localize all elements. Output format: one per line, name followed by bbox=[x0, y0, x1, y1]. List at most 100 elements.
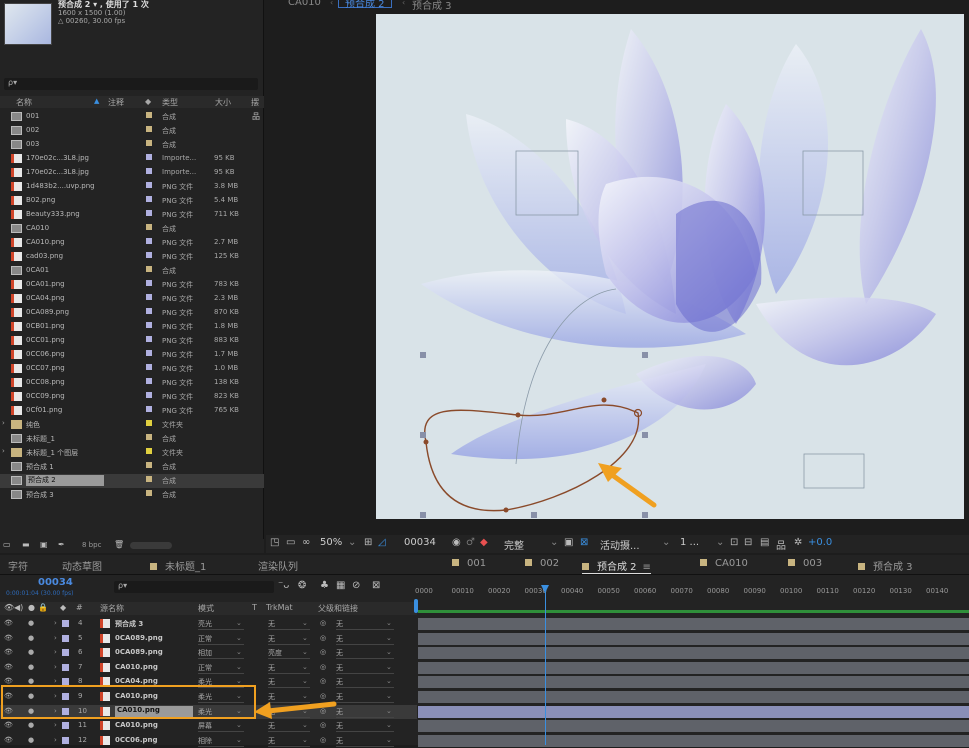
label-color-swatch[interactable] bbox=[146, 140, 152, 146]
label-color-swatch[interactable] bbox=[146, 168, 152, 174]
camera-dropdown[interactable]: 活动摄... bbox=[600, 537, 640, 552]
project-item[interactable]: 0CA01 合成 bbox=[0, 264, 264, 278]
project-item[interactable]: 0CA04.png PNG 文件 2.3 MB bbox=[0, 292, 264, 306]
transparency-grid-icon[interactable]: ⊠ bbox=[580, 537, 588, 548]
chevron-right-icon[interactable]: › bbox=[54, 634, 57, 642]
layer-duration-bar[interactable] bbox=[418, 691, 969, 703]
bpc-button[interactable]: 8 bpc bbox=[82, 541, 101, 549]
color-channel-icon[interactable]: ◆ bbox=[480, 537, 488, 548]
layer-row[interactable]: 👁 ● › 12 0CC06.png 相除 ⌄ 无 ⌄ ◎ 无 ⌄ bbox=[0, 734, 417, 748]
pick-whip-icon[interactable]: ◎ bbox=[320, 648, 326, 656]
project-item[interactable]: Beauty333.png PNG 文件 711 KB bbox=[0, 208, 264, 222]
project-item[interactable]: 预合成 3 合成 bbox=[0, 488, 264, 502]
column-size[interactable]: 大小 bbox=[215, 97, 231, 108]
thumbnail-slider[interactable] bbox=[130, 542, 172, 549]
chevron-right-icon[interactable]: › bbox=[54, 648, 57, 656]
pick-whip-icon[interactable]: ◎ bbox=[320, 677, 326, 685]
layer-duration-bar[interactable] bbox=[418, 676, 969, 689]
new-folder-icon[interactable]: ▬ bbox=[22, 540, 30, 549]
project-item[interactable]: 170e02c...3L8.jpg Importe... 95 KB bbox=[0, 166, 264, 180]
solo-icon[interactable]: ● bbox=[28, 619, 34, 627]
timeline-tab[interactable]: 001 bbox=[452, 558, 486, 569]
label-color-swatch[interactable] bbox=[146, 196, 152, 202]
layer-duration-bar[interactable] bbox=[418, 618, 969, 630]
label-color-swatch[interactable] bbox=[146, 224, 152, 230]
project-item[interactable]: 0Cf01.png PNG 文件 765 KB bbox=[0, 404, 264, 418]
flowchart-icon[interactable]: 品 bbox=[776, 537, 786, 552]
label-color-swatch[interactable] bbox=[62, 736, 69, 744]
column-parent[interactable]: 父级和链接 bbox=[318, 603, 358, 614]
label-color-swatch[interactable] bbox=[146, 448, 152, 454]
layer-row[interactable]: 👁 ● › 6 0CA089.png 相加 ⌄ 亮度 ⌄ ◎ 无 ⌄ bbox=[0, 646, 417, 660]
exposure-value[interactable]: +0.0 bbox=[808, 537, 832, 548]
label-color-swatch[interactable] bbox=[146, 266, 152, 272]
timeline-tab[interactable]: 003 bbox=[788, 558, 822, 569]
label-color-swatch[interactable] bbox=[146, 308, 152, 314]
layer-row[interactable]: 👁 ● › 7 CA010.png 正常 ⌄ 无 ⌄ ◎ 无 ⌄ bbox=[0, 661, 417, 675]
layout-icon[interactable]: ⊡ bbox=[730, 537, 738, 548]
timeline-tab[interactable]: 动态草图 bbox=[62, 558, 102, 573]
label-color-swatch[interactable] bbox=[146, 490, 152, 496]
project-item[interactable]: 0CC01.png PNG 文件 883 KB bbox=[0, 334, 264, 348]
graph-editor-icon[interactable]: ⊠ bbox=[372, 580, 380, 591]
label-color-swatch[interactable] bbox=[146, 252, 152, 258]
timeline-tab[interactable]: CA010 bbox=[700, 558, 748, 569]
layer-duration-bar[interactable] bbox=[418, 705, 969, 718]
label-color-swatch[interactable] bbox=[146, 182, 152, 188]
label-color-swatch[interactable] bbox=[146, 462, 152, 468]
column-frame[interactable]: 摆 bbox=[251, 97, 259, 108]
layer-row[interactable]: 👁 ● › 4 预合成 3 亮光 ⌄ 无 ⌄ ◎ 无 ⌄ bbox=[0, 617, 417, 631]
timeline-tab[interactable]: 字符 bbox=[8, 558, 28, 573]
pick-whip-icon[interactable]: ◎ bbox=[320, 736, 326, 744]
label-color-swatch[interactable] bbox=[62, 722, 69, 730]
solo-icon[interactable]: ● bbox=[28, 648, 34, 656]
solo-icon[interactable]: ● bbox=[28, 736, 34, 744]
solo-icon[interactable]: ● bbox=[28, 663, 34, 671]
comp-flow-icon[interactable]: ⁻ᴗ bbox=[278, 580, 289, 591]
project-item[interactable]: 0CA089.png PNG 文件 870 KB bbox=[0, 306, 264, 320]
label-color-swatch[interactable] bbox=[146, 406, 152, 412]
project-item[interactable]: › 未标题_1 个图层 文件夹 bbox=[0, 446, 264, 460]
layer-row[interactable]: 👁 ● › 5 0CA089.png 正常 ⌄ 无 ⌄ ◎ 无 ⌄ bbox=[0, 632, 417, 646]
draft-3d-icon[interactable]: ❂ bbox=[298, 580, 306, 591]
preview-icon[interactable]: ◳ bbox=[270, 537, 279, 548]
project-item[interactable]: cad03.png PNG 文件 125 KB bbox=[0, 250, 264, 264]
tab-menu-icon[interactable]: ≡ bbox=[643, 562, 651, 573]
interpret-footage-icon[interactable]: ▭ bbox=[3, 540, 11, 549]
label-color-swatch[interactable] bbox=[146, 336, 152, 342]
column-comment[interactable]: 注释 bbox=[108, 97, 124, 108]
render-icon[interactable]: ⊟ bbox=[744, 537, 752, 548]
channel-icon[interactable]: ▤ bbox=[760, 537, 769, 548]
shy-icon[interactable]: ♣ bbox=[320, 580, 329, 591]
project-item[interactable]: 0CA01.png PNG 文件 783 KB bbox=[0, 278, 264, 292]
layer-duration-bar[interactable] bbox=[418, 632, 969, 645]
project-item[interactable]: 1d483b2....uvp.png PNG 文件 3.8 MB bbox=[0, 180, 264, 194]
label-color-swatch[interactable] bbox=[146, 126, 152, 132]
project-item[interactable]: 预合成 2 合成 bbox=[0, 474, 264, 488]
chevron-right-icon[interactable]: › bbox=[54, 721, 57, 729]
grid-icon[interactable]: ⊞ bbox=[364, 537, 372, 548]
layer-duration-bar[interactable] bbox=[418, 661, 969, 674]
layer-duration-bar[interactable] bbox=[418, 647, 969, 660]
timeline-tab[interactable]: 预合成 3 bbox=[858, 558, 913, 573]
project-item[interactable]: CA010 合成 bbox=[0, 222, 264, 236]
label-color-swatch[interactable] bbox=[62, 663, 69, 671]
solo-icon[interactable]: ● bbox=[28, 634, 34, 642]
project-item[interactable]: CA010.png PNG 文件 2.7 MB bbox=[0, 236, 264, 250]
work-area-start[interactable] bbox=[414, 599, 418, 613]
label-color-swatch[interactable] bbox=[146, 322, 152, 328]
label-color-swatch[interactable] bbox=[146, 210, 152, 216]
chevron-right-icon[interactable]: › bbox=[2, 419, 5, 427]
label-color-swatch[interactable] bbox=[146, 392, 152, 398]
project-item[interactable]: › 纯色 文件夹 bbox=[0, 418, 264, 432]
pick-whip-icon[interactable]: ◎ bbox=[320, 634, 326, 642]
timeline-tab[interactable]: 预合成 2 ≡ bbox=[582, 558, 651, 574]
visibility-icon[interactable]: 👁 bbox=[4, 736, 13, 744]
visibility-icon[interactable]: 👁 bbox=[4, 603, 14, 612]
timeline-search-input[interactable]: ρ▾ bbox=[114, 581, 274, 593]
project-item[interactable]: 0CB01.png PNG 文件 1.8 MB bbox=[0, 320, 264, 334]
timeline-tab[interactable]: 渲染队列 bbox=[258, 558, 298, 573]
label-color-swatch[interactable] bbox=[146, 378, 152, 384]
show-snapshot-icon[interactable]: ♂ bbox=[466, 537, 475, 548]
lock-icon[interactable]: 🔒 bbox=[38, 603, 48, 612]
